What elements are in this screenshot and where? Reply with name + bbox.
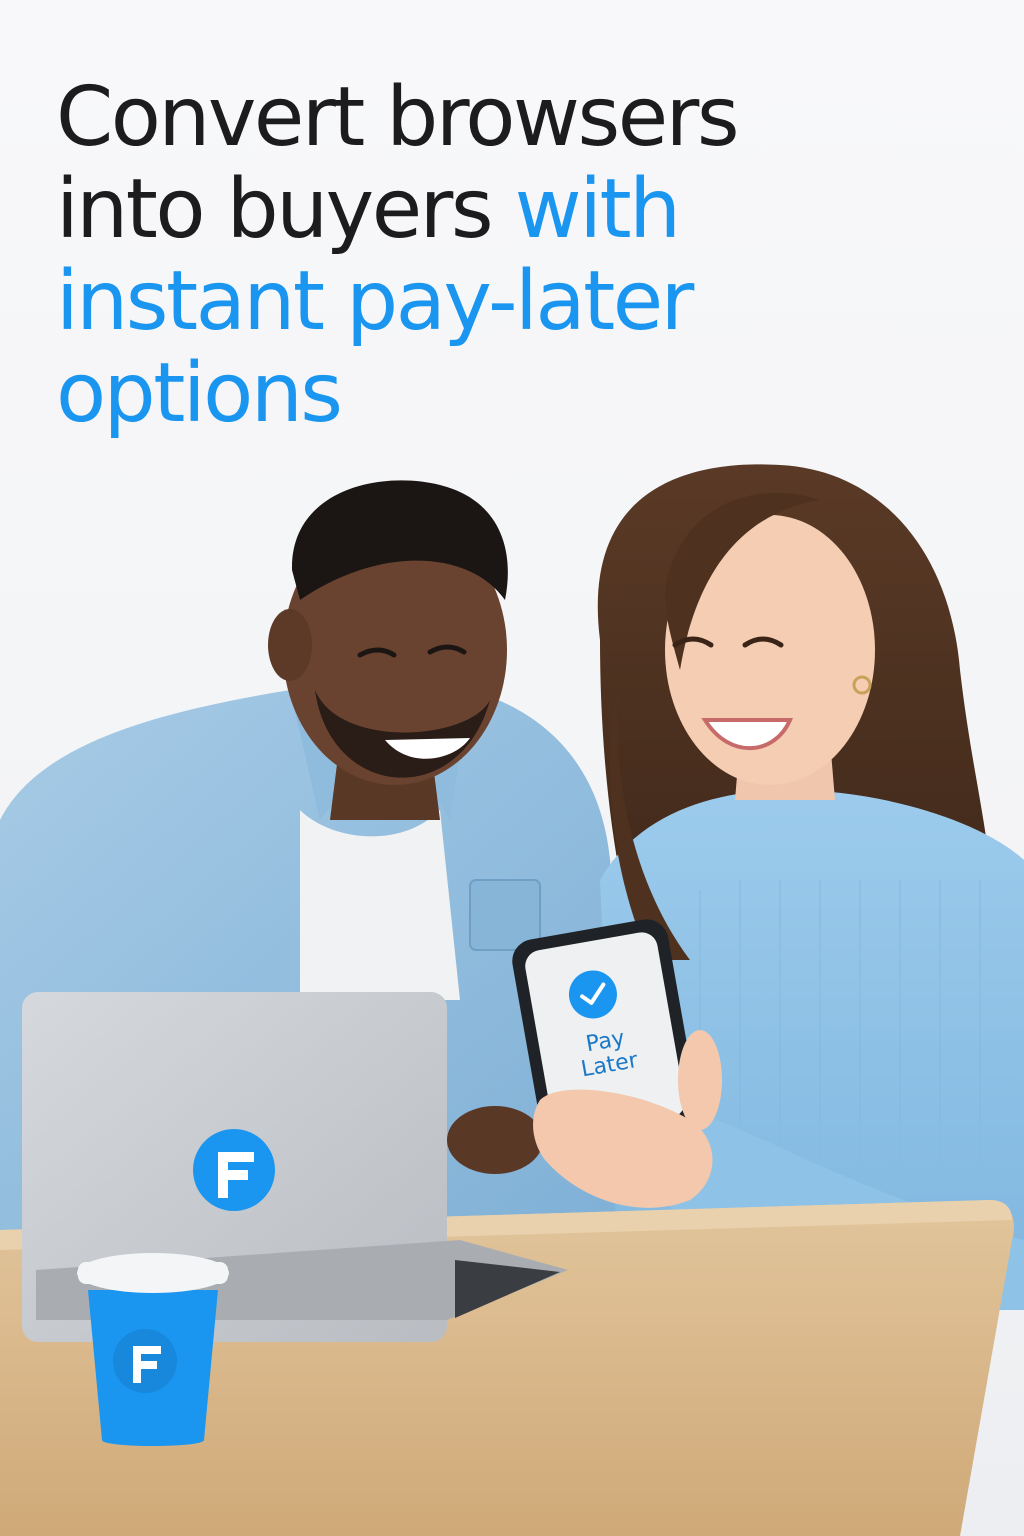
headline-line-2-dark: into buyers: [56, 162, 515, 257]
headline: Convert browsers into buyers with instan…: [56, 72, 956, 440]
man-ear: [268, 609, 312, 681]
headline-line-4: options: [56, 346, 343, 441]
man-shirt-pocket: [469, 879, 541, 951]
cup-lid-rim: [78, 1262, 228, 1284]
man-white-tee: [300, 810, 460, 1000]
headline-line-1: Convert browsers: [56, 70, 740, 165]
headline-line-3: instant pay-later: [56, 254, 694, 349]
headline-line-2-blue: with: [514, 162, 681, 257]
man-hand: [447, 1106, 543, 1174]
ad-poster: Convert browsers into buyers with instan…: [0, 0, 1024, 1536]
woman-thumb: [678, 1030, 722, 1130]
scene-illustration: Pay Later: [0, 464, 1024, 1536]
photo-scene: Pay Later: [0, 440, 1024, 1536]
